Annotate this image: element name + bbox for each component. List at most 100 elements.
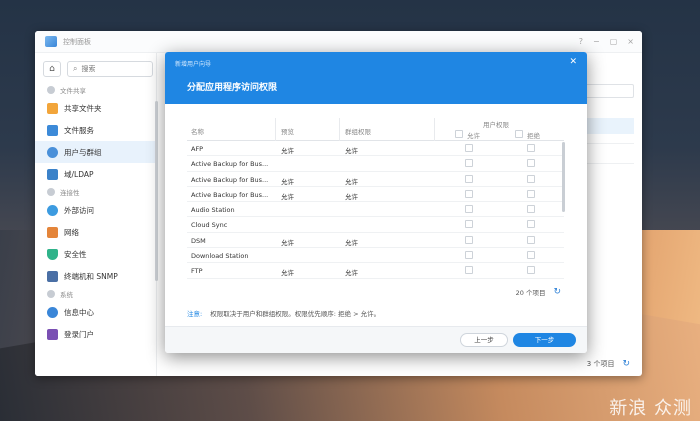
table-row[interactable]: Audio Station — [187, 202, 564, 218]
control-panel-logo-icon — [45, 36, 57, 47]
selected-table-row[interactable] — [584, 118, 634, 134]
previous-button[interactable]: 上一步 — [460, 333, 508, 347]
sidebar-item-network[interactable]: 网络 — [35, 221, 156, 243]
sidebar-group-file-sharing[interactable]: 文件共享 — [35, 83, 156, 97]
wizard-title: 新增用户向导 — [175, 61, 212, 68]
help-icon[interactable]: ? — [579, 37, 583, 46]
dialog-button-bar: 上一步 下一步 — [165, 326, 587, 353]
close-icon[interactable]: × — [627, 37, 634, 46]
sidebar-item-security[interactable]: 安全性 — [35, 243, 156, 265]
group-permission-value: 允许 — [345, 238, 358, 247]
group-permission-value: 允许 — [345, 269, 358, 278]
home-button[interactable]: ⌂ — [43, 61, 61, 77]
refresh-icon[interactable]: ↻ — [553, 287, 561, 297]
allow-checkbox[interactable] — [465, 144, 473, 152]
deny-checkbox[interactable] — [527, 205, 535, 214]
sidebar-item-label: 用户与群组 — [64, 147, 102, 157]
allow-checkbox[interactable] — [465, 159, 473, 168]
column-deny: 拒绝 — [527, 132, 540, 140]
allow-checkbox[interactable] — [465, 189, 473, 198]
app-name: DSM — [191, 236, 206, 245]
allow-checkbox[interactable] — [465, 205, 473, 214]
allow-checkbox[interactable] — [465, 174, 473, 183]
column-group-permission: 群组权限 — [345, 128, 371, 136]
group-permission-value: 允许 — [345, 192, 358, 201]
permissions-table: 名称 预览 群组权限 用户权限 允许 拒绝 AFP 允许 允许 Active B… — [187, 118, 564, 279]
app-name: Cloud Sync — [191, 221, 228, 230]
sidebar-item-info-center[interactable]: 信息中心 — [35, 301, 156, 323]
table-row[interactable]: Cloud Sync — [187, 217, 564, 233]
app-name: Active Backup for Bus... — [191, 160, 269, 169]
search-input[interactable] — [81, 65, 142, 73]
preview-value: 允许 — [281, 177, 294, 186]
app-name: FTP — [191, 267, 203, 276]
allow-all-checkbox[interactable] — [455, 130, 463, 138]
allow-checkbox[interactable] — [465, 251, 473, 260]
group-permission-value: 允许 — [345, 147, 358, 155]
group-label: 连接性 — [60, 189, 80, 197]
app-name: Active Backup for Bus... — [191, 190, 269, 199]
sidebar-group-connectivity[interactable]: 连接性 — [35, 185, 156, 199]
sidebar-item-domain-ldap[interactable]: 域/LDAP — [35, 163, 156, 185]
sidebar-group-system[interactable]: 系统 — [35, 287, 156, 301]
table-row[interactable]: AFP 允许 允许 — [187, 141, 564, 157]
deny-checkbox[interactable] — [527, 235, 535, 244]
new-user-wizard-dialog: 新增用户向导 ✕ 分配应用程序访问权限 名称 预览 群组权限 用户权限 允许 拒… — [165, 52, 587, 353]
table-row[interactable]: DSM 允许 允许 — [187, 233, 564, 249]
sidebar-item-users-groups[interactable]: 用户与群组 — [35, 141, 156, 163]
deny-checkbox[interactable] — [527, 220, 535, 229]
close-icon[interactable]: ✕ — [569, 57, 577, 67]
sidebar-item-label: 外部访问 — [64, 205, 94, 215]
note-text: 权限取决于用户和群组权限。权限优先顺序: 拒绝 > 允许。 — [210, 310, 381, 318]
table-row[interactable]: Active Backup for Bus... 允许 允许 — [187, 172, 564, 187]
sidebar-item-external-access[interactable]: 外部访问 — [35, 199, 156, 221]
deny-all-checkbox[interactable] — [515, 130, 523, 138]
table-row[interactable]: FTP 允许 允许 — [187, 263, 564, 279]
app-name: Audio Station — [191, 206, 235, 215]
sidebar-item-login-portal[interactable]: 登录门户 — [35, 323, 156, 345]
sidebar-item-file-services[interactable]: 文件服务 — [35, 119, 156, 141]
allow-checkbox[interactable] — [465, 235, 473, 244]
table-scrollbar[interactable] — [562, 142, 565, 212]
table-row[interactable]: Active Backup for Bus... — [187, 156, 564, 172]
sidebar-item-label: 登录门户 — [64, 329, 94, 339]
maximize-icon[interactable]: ▢ — [610, 37, 618, 46]
preview-value: 允许 — [281, 238, 294, 247]
allow-checkbox[interactable] — [465, 220, 473, 229]
sidebar-item-label: 网络 — [64, 227, 79, 237]
deny-checkbox[interactable] — [527, 266, 535, 275]
sidebar-item-label: 文件服务 — [64, 125, 94, 135]
column-preview: 预览 — [281, 128, 294, 136]
sidebar-item-terminal-snmp[interactable]: 终端机和 SNMP — [35, 265, 156, 287]
main-search-field[interactable] — [584, 84, 634, 98]
deny-checkbox[interactable] — [527, 144, 535, 152]
sidebar-item-shared-folder[interactable]: 共享文件夹 — [35, 97, 156, 119]
users-icon — [47, 146, 58, 158]
preview-value: 允许 — [281, 192, 294, 201]
main-footer: 3 个项目 ↻ — [587, 359, 630, 369]
terminal-icon — [47, 270, 58, 282]
search-box[interactable]: ⌕ — [67, 61, 153, 77]
file-services-icon — [47, 124, 58, 136]
dialog-header: 新增用户向导 ✕ 分配应用程序访问权限 — [165, 52, 587, 104]
table-row[interactable]: Download Station — [187, 248, 564, 264]
network-icon — [47, 226, 58, 238]
deny-checkbox[interactable] — [527, 251, 535, 260]
titlebar: 控制面板 ? − ▢ × — [35, 31, 642, 53]
item-count: 3 个项目 — [586, 360, 615, 368]
preview-value: 允许 — [281, 147, 294, 155]
next-button[interactable]: 下一步 — [513, 333, 576, 347]
sidebar-item-label: 共享文件夹 — [64, 103, 102, 113]
deny-checkbox[interactable] — [527, 174, 535, 183]
deny-checkbox[interactable] — [527, 189, 535, 198]
allow-checkbox[interactable] — [465, 266, 473, 275]
collapse-icon — [47, 86, 55, 94]
deny-checkbox[interactable] — [527, 159, 535, 168]
table-row[interactable]: Active Backup for Bus... 允许 允许 — [187, 187, 564, 203]
column-allow: 允许 — [467, 132, 480, 140]
app-name: AFP — [191, 145, 204, 153]
refresh-icon[interactable]: ↻ — [622, 359, 630, 369]
minimize-icon[interactable]: − — [593, 37, 600, 46]
table-divider — [584, 143, 634, 144]
login-portal-icon — [47, 328, 58, 340]
